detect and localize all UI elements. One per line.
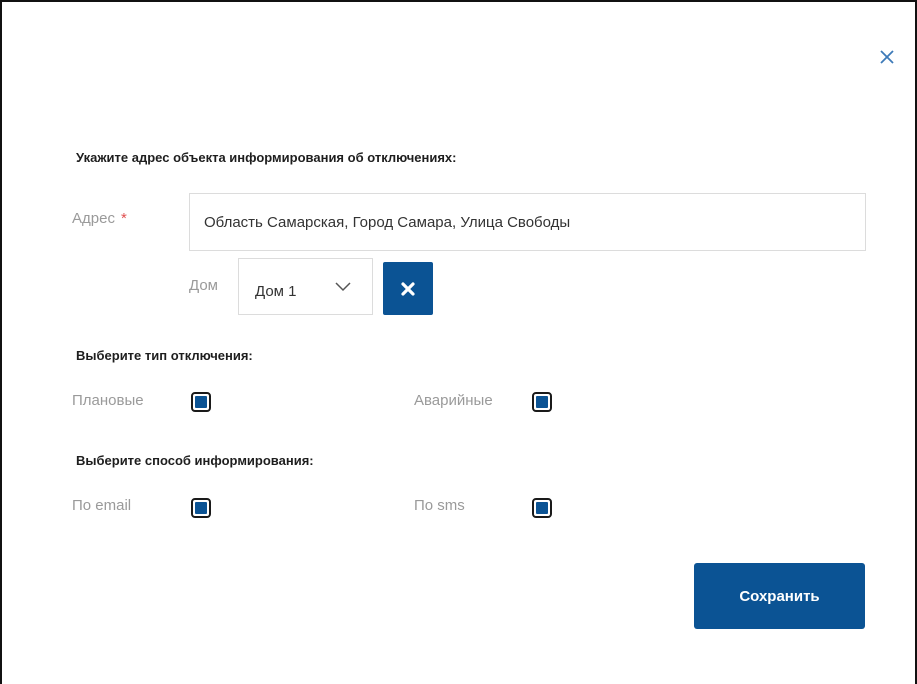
notify-method-title: Выберите способ информирования: bbox=[76, 453, 314, 468]
address-input[interactable] bbox=[189, 193, 866, 251]
option-label-sms: По sms bbox=[414, 497, 465, 514]
checkbox-checked-mark bbox=[195, 502, 207, 514]
close-icon bbox=[880, 50, 894, 64]
house-label: Дом bbox=[189, 277, 218, 294]
address-label: Адрес * bbox=[72, 210, 127, 227]
house-select[interactable]: Дом 1 bbox=[238, 258, 373, 315]
checkbox-checked-mark bbox=[195, 396, 207, 408]
checkbox-sms[interactable] bbox=[532, 498, 552, 518]
checkbox-emergency[interactable] bbox=[532, 392, 552, 412]
checkbox-email[interactable] bbox=[191, 498, 211, 518]
checkbox-checked-mark bbox=[536, 396, 548, 408]
clear-house-button[interactable] bbox=[383, 262, 433, 315]
address-section-title: Укажите адрес объекта информирования об … bbox=[76, 150, 457, 165]
option-label-planned: Плановые bbox=[72, 392, 144, 409]
chevron-down-icon bbox=[335, 282, 351, 292]
subscription-dialog: Укажите адрес объекта информирования об … bbox=[0, 0, 917, 684]
option-label-email: По email bbox=[72, 497, 132, 514]
outage-type-title: Выберите тип отключения: bbox=[76, 348, 253, 363]
house-select-value: Дом 1 bbox=[255, 283, 297, 300]
checkbox-checked-mark bbox=[536, 502, 548, 514]
option-label-emergency: Аварийные bbox=[414, 392, 493, 409]
save-button[interactable]: Сохранить bbox=[694, 563, 865, 629]
address-label-text: Адрес bbox=[72, 210, 115, 227]
required-mark: * bbox=[120, 210, 127, 227]
close-x-icon bbox=[401, 282, 415, 296]
close-button[interactable] bbox=[876, 46, 898, 68]
checkbox-planned[interactable] bbox=[191, 392, 211, 412]
